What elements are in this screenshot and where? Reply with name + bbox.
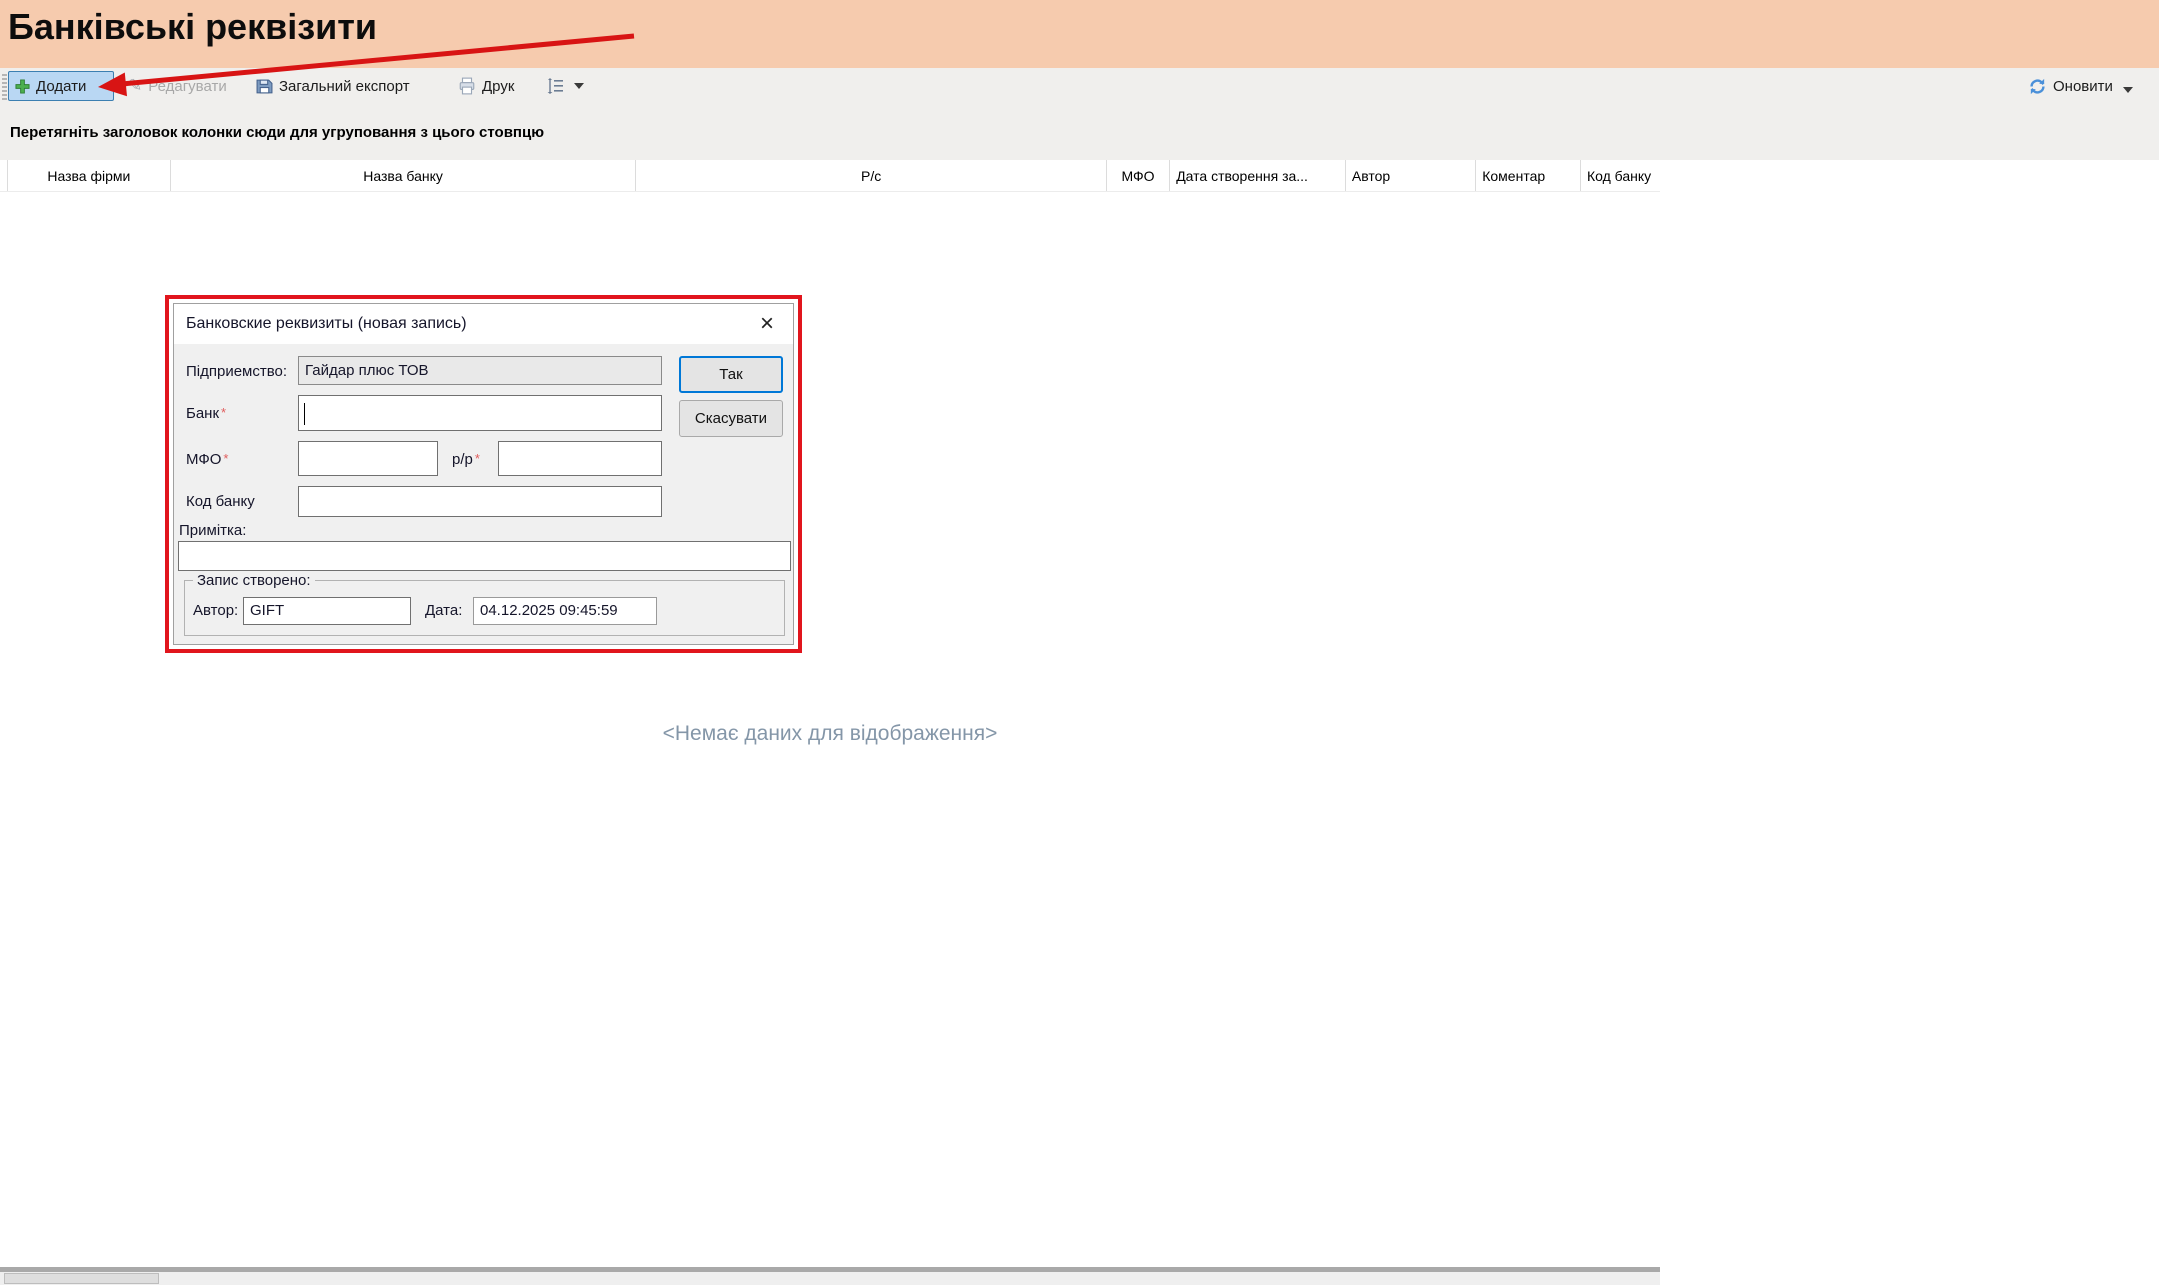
toolbar-grip-handle[interactable] xyxy=(2,74,7,100)
edit-button[interactable]: ✎ Редагувати xyxy=(122,71,233,101)
chevron-down-icon xyxy=(574,83,584,89)
floppy-disk-icon xyxy=(256,78,273,95)
add-button[interactable]: Додати xyxy=(8,71,114,101)
refresh-button[interactable]: Оновити xyxy=(2022,71,2154,101)
print-button[interactable]: Друк xyxy=(452,71,520,101)
close-icon[interactable]: × xyxy=(751,308,783,340)
required-asterisk: * xyxy=(475,451,480,466)
plus-icon xyxy=(15,79,30,94)
horizontal-scrollbar[interactable] xyxy=(0,1272,1660,1285)
refresh-button-label: Оновити xyxy=(2053,78,2113,95)
column-header-mfo[interactable]: МФО xyxy=(1107,160,1170,191)
pencil-icon: ✎ xyxy=(128,76,142,96)
bank-details-dialog: Банковские реквизиты (новая запись) × Пі… xyxy=(173,303,794,645)
column-header-bank-code[interactable]: Код банку xyxy=(1581,160,1660,191)
enterprise-field: Гайдар плюс ТОВ xyxy=(298,356,662,385)
record-created-legend: Запис створено: xyxy=(193,572,315,589)
date-label: Дата: xyxy=(425,602,462,619)
mfo-input[interactable] xyxy=(298,441,438,476)
column-header-firm[interactable]: Назва фірми xyxy=(8,160,171,191)
required-asterisk: * xyxy=(221,405,226,420)
page-title: Банківські реквізити xyxy=(8,6,377,48)
author-label: Автор: xyxy=(193,602,238,619)
bank-label: Банк* xyxy=(186,405,226,422)
refresh-icon xyxy=(2028,77,2047,96)
column-header-bank-name[interactable]: Назва банку xyxy=(171,160,637,191)
cancel-button[interactable]: Скасувати xyxy=(679,400,783,437)
edit-button-label: Редагувати xyxy=(148,78,227,95)
mfo-label: МФО* xyxy=(186,451,228,468)
grid-header-row: Назва фірми Назва банку Р/с МФО Дата ств… xyxy=(0,160,1660,192)
print-button-label: Друк xyxy=(482,78,514,95)
bank-code-label: Код банку xyxy=(186,493,255,510)
enterprise-label: Підприемство: xyxy=(186,363,287,380)
bank-input[interactable] xyxy=(298,395,662,431)
horizontal-scrollbar-thumb[interactable] xyxy=(4,1273,159,1284)
row-height-menu-button[interactable] xyxy=(540,71,590,101)
grid-indent-cell xyxy=(0,160,8,191)
note-label: Примітка: xyxy=(179,522,246,539)
account-label: р/р* xyxy=(452,451,480,468)
printer-icon xyxy=(458,77,476,95)
ok-button[interactable]: Так xyxy=(679,356,783,393)
dialog-title: Банковские реквизиты (новая запись) xyxy=(186,315,467,333)
column-header-author[interactable]: Автор xyxy=(1346,160,1476,191)
record-created-group: Запис створено: Автор: GIFT Дата: 04.12.… xyxy=(184,572,785,636)
group-by-panel: Перетягніть заголовок колонки сюди для у… xyxy=(10,124,544,141)
export-button-label: Загальний експорт xyxy=(279,78,410,95)
chevron-down-icon xyxy=(2123,87,2133,93)
bank-code-input[interactable] xyxy=(298,486,662,517)
export-button[interactable]: Загальний експорт xyxy=(250,71,416,101)
column-header-comment[interactable]: Коментар xyxy=(1476,160,1581,191)
account-input[interactable] xyxy=(498,441,662,476)
required-asterisk: * xyxy=(223,451,228,466)
author-field: GIFT xyxy=(243,597,411,625)
add-button-label: Додати xyxy=(36,78,86,95)
line-spacing-icon xyxy=(546,78,564,94)
column-header-created-date[interactable]: Дата створення за... xyxy=(1170,160,1346,191)
dialog-titlebar[interactable]: Банковские реквизиты (новая запись) xyxy=(174,304,793,344)
date-field: 04.12.2025 09:45:59 xyxy=(473,597,657,625)
grid-empty-message: <Немає даних для відображення> xyxy=(0,722,1660,746)
note-input[interactable] xyxy=(178,541,791,571)
text-caret xyxy=(304,403,305,425)
column-header-account[interactable]: Р/с xyxy=(636,160,1107,191)
